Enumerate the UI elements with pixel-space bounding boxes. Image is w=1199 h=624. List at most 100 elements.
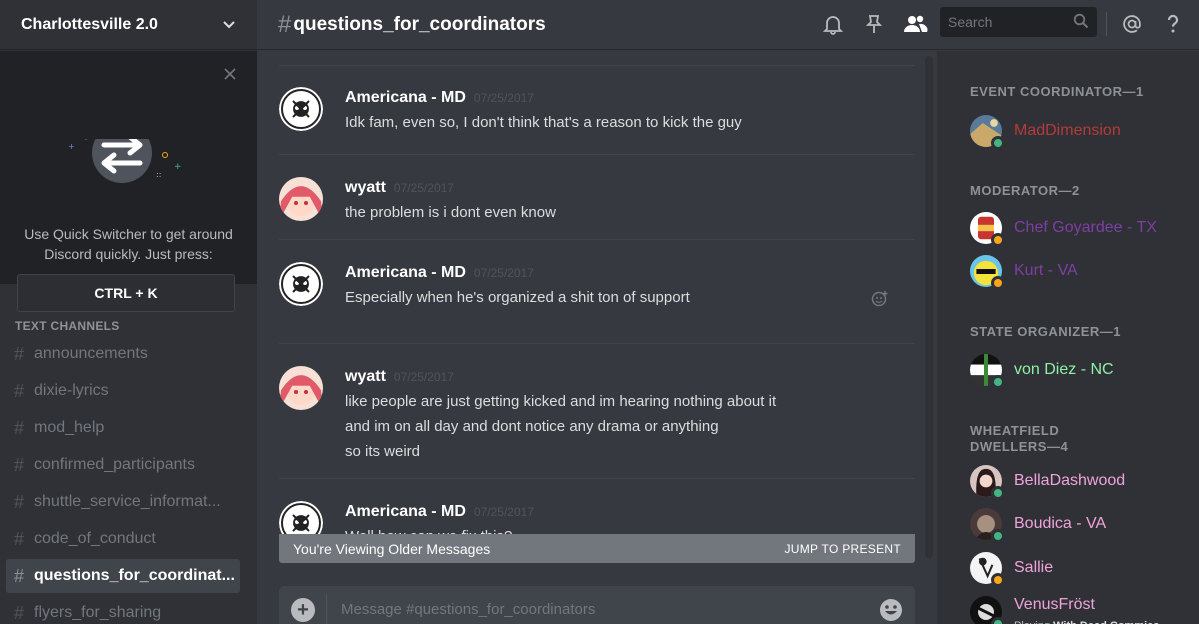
svg-text:::: :: (156, 170, 161, 179)
message-group[interactable]: Americana - MD 07/25/2017 Especially when … (279, 240, 915, 344)
quick-switcher-illustration: + + :: (68, 139, 182, 183)
user-avatar[interactable] (279, 366, 323, 410)
message-text: so its weird (345, 443, 421, 460)
close-icon[interactable] (223, 67, 239, 83)
channel-hash-icon: # (14, 602, 25, 623)
message-timestamp: 07/25/2017 (473, 505, 534, 519)
channel-name: confirmed_participants (34, 456, 195, 473)
member-item[interactable]: Boudica - VA (970, 508, 1196, 543)
message-group[interactable]: wyatt 07/25/2017 like people are just gett… (279, 344, 915, 479)
message-author: wyatt 07/25/2017 (345, 368, 454, 386)
message-input[interactable] (341, 598, 861, 620)
channel-item[interactable]: # announcements (6, 337, 240, 371)
svg-text:+: + (174, 162, 182, 172)
channel-hash-icon: # (14, 380, 25, 401)
channel-hash-icon: # (14, 565, 25, 586)
author-name[interactable]: wyatt (345, 368, 386, 385)
channel-item[interactable]: # mod_help (6, 411, 240, 445)
search-icon (1073, 13, 1089, 32)
message-author: Americana - MD 07/25/2017 (345, 264, 534, 282)
user-avatar[interactable] (279, 177, 323, 221)
channel-name: questions_for_coordinat... (34, 567, 235, 584)
status-online-icon (991, 617, 1005, 624)
message-composer: + (279, 586, 915, 624)
status-online-icon (991, 486, 1005, 500)
member-item[interactable]: MadDimension (970, 115, 1196, 150)
message-text: like people are just getting kicked and … (345, 393, 777, 410)
message-author: Americana - MD 07/25/2017 (345, 89, 534, 107)
channel-hash-icon: # (14, 417, 25, 438)
member-item[interactable]: BellaDashwood (970, 465, 1196, 500)
bell-icon[interactable] (820, 11, 846, 37)
text-channels-header[interactable]: TEXT CHANNELS (15, 319, 120, 333)
older-messages-bar: You're Viewing Older Messages JUMP TO PR… (279, 534, 915, 563)
member-item[interactable]: Kurt - VA (970, 255, 1196, 290)
channel-name: code_of_conduct (34, 530, 156, 547)
channel-sidebar: Charlottesville 2.0 + + :: Use Quick Swi… (0, 0, 257, 624)
channel-item[interactable]: # questions_for_coordinat... (6, 559, 240, 593)
message-group[interactable]: wyatt 07/25/2017 the problem is i dont eve… (279, 155, 915, 240)
member-item[interactable]: VenusFröst Playing With Dead Commies (970, 596, 1196, 624)
user-avatar[interactable] (279, 87, 323, 131)
server-header[interactable]: Charlottesville 2.0 (0, 0, 257, 50)
channel-hash-icon: # (278, 10, 292, 38)
member-name: von Diez - NC (1014, 361, 1114, 378)
emoji-icon[interactable] (879, 598, 903, 622)
message-timestamp: 07/25/2017 (393, 181, 454, 195)
message-author: wyatt 07/25/2017 (345, 179, 454, 197)
channel-topbar: # questions_for_coordinators Search (257, 0, 1199, 50)
member-name: Kurt - VA (1014, 262, 1078, 279)
role-header: WHEATFIELD DWELLERS—4 (970, 423, 1069, 454)
message-list[interactable]: Americana - MD 07/25/2017 Idk fam, even so… (279, 51, 915, 561)
quick-switcher-tip: + + :: Use Quick Switcher to get around … (0, 51, 257, 312)
channel-name: announcements (34, 345, 148, 362)
message-author: Americana - MD 07/25/2017 (345, 503, 534, 521)
member-name: Boudica - VA (1014, 515, 1107, 532)
status-idle-icon (991, 233, 1005, 247)
channel-hash-icon: # (14, 491, 25, 512)
channel-item[interactable]: # dixie-lyrics (6, 374, 240, 408)
message-text: the problem is i dont even know (345, 204, 556, 221)
channel-item[interactable]: # confirmed_participants (6, 448, 240, 482)
chevron-down-icon[interactable] (219, 15, 239, 35)
message-group[interactable]: Americana - MD 07/25/2017 Idk fam, even so… (279, 65, 915, 155)
channel-title: questions_for_coordinators (293, 13, 546, 35)
member-list-icon[interactable] (902, 11, 928, 37)
channel-name: flyers_for_sharing (34, 604, 162, 621)
member-item[interactable]: von Diez - NC (970, 354, 1196, 389)
author-name[interactable]: Americana - MD (345, 264, 466, 281)
member-item[interactable]: Sallie (970, 552, 1196, 587)
search-input[interactable]: Search (940, 7, 1097, 37)
message-text: Especially when he's organized a shit to… (345, 289, 690, 306)
toolbar-divider (1106, 12, 1107, 36)
older-messages-text: You're Viewing Older Messages (293, 540, 491, 557)
author-name[interactable]: wyatt (345, 179, 386, 196)
activity-prefix: Playing (1014, 620, 1050, 624)
message-timestamp: 07/25/2017 (473, 91, 534, 105)
message-text: and im on all day and dont notice any dr… (345, 418, 719, 435)
server-name: Charlottesville 2.0 (21, 15, 158, 33)
quick-switcher-text-line: Use Quick Switcher to get around (24, 226, 233, 242)
role-header: STATE ORGANIZER—1 (970, 324, 1122, 339)
channel-item[interactable]: # shuttle_service_informat... (6, 485, 240, 519)
channel-item[interactable]: # flyers_for_sharing (6, 596, 240, 624)
member-name: MadDimension (1014, 122, 1121, 139)
help-icon[interactable] (1160, 11, 1186, 37)
mentions-icon[interactable] (1119, 11, 1145, 37)
jump-to-present-button[interactable]: JUMP TO PRESENT (784, 542, 901, 556)
pin-icon[interactable] (861, 11, 887, 37)
user-avatar[interactable] (279, 262, 323, 306)
author-name[interactable]: Americana - MD (345, 503, 466, 520)
upload-plus-icon[interactable]: + (291, 598, 315, 622)
scrollbar[interactable] (925, 56, 933, 558)
author-name[interactable]: Americana - MD (345, 89, 466, 106)
status-online-icon (991, 375, 1005, 389)
channel-item[interactable]: # code_of_conduct (6, 522, 240, 556)
member-name: VenusFröst (1014, 596, 1095, 613)
message-timestamp: 07/25/2017 (393, 370, 454, 384)
quick-switcher-shortcut-button[interactable]: CTRL + K (17, 274, 235, 312)
member-item[interactable]: Chef Goyardee - TX (970, 212, 1196, 247)
add-reaction-icon[interactable] (871, 290, 889, 313)
channel-list: # announcements # dixie-lyrics # mod_help # con… (6, 337, 240, 624)
message-timestamp: 07/25/2017 (473, 266, 534, 280)
